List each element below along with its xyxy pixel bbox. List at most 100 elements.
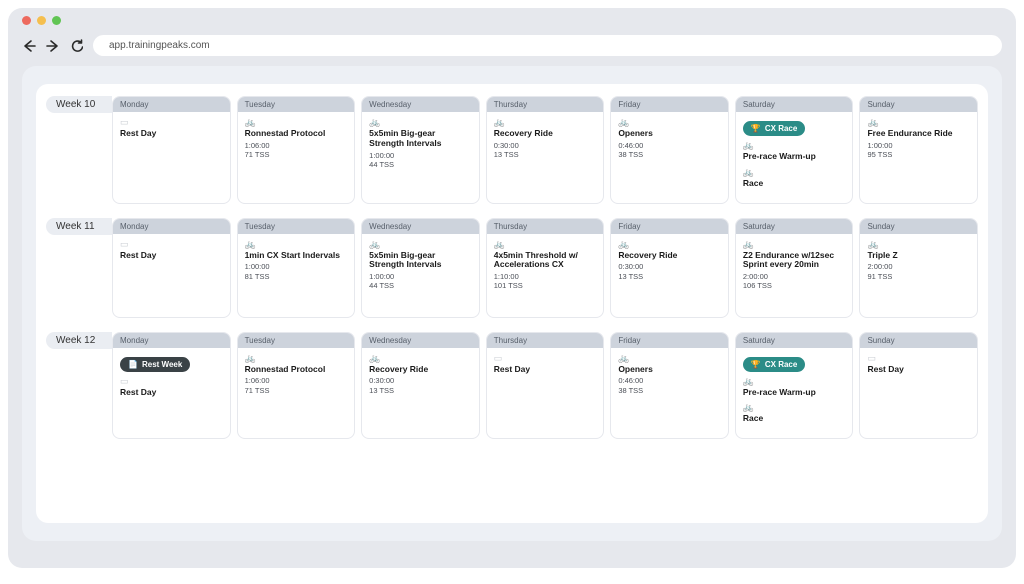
day-header: Saturday [736, 333, 853, 348]
workout-duration: 2:00:00 [867, 262, 970, 271]
url-input[interactable]: app.trainingpeaks.com [93, 35, 1002, 56]
workout-item[interactable]: 🚲Race [743, 168, 846, 189]
bike-icon: 🚲 [245, 118, 348, 127]
calendar: Week 10Monday▭Rest DayTuesday🚲Ronnestad … [36, 84, 988, 523]
day-card[interactable]: Thursday▭Rest Day [486, 332, 605, 440]
workout-tss: 81 TSS [245, 272, 348, 281]
maximize-icon[interactable] [52, 16, 61, 25]
trophy-icon: 🏆 [751, 124, 761, 133]
workout-item[interactable]: ▭Rest Day [867, 354, 970, 375]
workout-title: Rest Day [494, 365, 597, 375]
minimize-icon[interactable] [37, 16, 46, 25]
day-card[interactable]: Tuesday🚲Ronnestad Protocol1:06:0071 TSS [237, 332, 356, 440]
day-header: Sunday [860, 97, 977, 112]
content-viewport: Week 10Monday▭Rest DayTuesday🚲Ronnestad … [22, 66, 1002, 541]
day-card[interactable]: Monday 📄Rest Week ▭Rest Day [112, 332, 231, 440]
day-header: Tuesday [238, 219, 355, 234]
bike-icon: 🚲 [743, 403, 846, 412]
workout-item[interactable]: 🚲Z2 Endurance w/12sec Sprint every 20min… [743, 240, 846, 291]
days: Monday▭Rest Day Tuesday 🚲1min CX Start Ind… [112, 218, 978, 318]
rest-icon: ▭ [494, 354, 597, 363]
workout-duration: 0:30:00 [618, 262, 721, 271]
day-card[interactable]: Friday 🚲Recovery Ride0:30:0013 TSS [610, 218, 729, 318]
workout-item[interactable]: 🚲Recovery Ride0:30:0013 TSS [369, 354, 472, 396]
workout-item[interactable]: 🚲1min CX Start Indervals1:00:0081 TSS [245, 240, 348, 282]
day-card[interactable]: Monday▭Rest Day [112, 96, 231, 204]
day-card[interactable]: Wednesday🚲5x5min Big-gear Strength Inter… [361, 218, 480, 318]
day-card[interactable]: Wednesday🚲5x5min Big-gear Strength Inter… [361, 96, 480, 204]
day-card[interactable]: Sunday▭Rest Day [859, 332, 978, 440]
workout-item[interactable]: ▭Rest Day [120, 240, 223, 261]
workout-item[interactable]: 🚲Pre-race Warm-up [743, 377, 846, 398]
race-badge[interactable]: 🏆 CX Race [743, 121, 805, 136]
day-card[interactable]: Thursday 🚲4x5min Threshold w/ Acceleratio… [486, 218, 605, 318]
day-header: Friday [611, 219, 728, 234]
workout-item[interactable]: ▭Rest Day [120, 377, 223, 398]
workout-item[interactable]: 🚲Triple Z2:00:0091 TSS [867, 240, 970, 282]
workout-item[interactable]: 🚲Pre-race Warm-up [743, 141, 846, 162]
badge-text: CX Race [765, 124, 797, 133]
day-header: Friday [611, 333, 728, 348]
day-card[interactable]: Sunday🚲Triple Z2:00:0091 TSS [859, 218, 978, 318]
rest-icon: ▭ [120, 377, 223, 386]
workout-item[interactable]: 🚲Free Endurance Ride1:00:0095 TSS [867, 118, 970, 160]
workout-item[interactable]: 🚲5x5min Big-gear Strength Intervals1:00:… [369, 240, 472, 291]
workout-item[interactable]: ▭ Rest Day [120, 118, 223, 139]
refresh-icon[interactable] [70, 39, 83, 52]
day-card[interactable]: Saturday 🏆CX Race 🚲Pre-race Warm-up 🚲Race [735, 332, 854, 440]
bike-icon: 🚲 [618, 118, 721, 127]
workout-title: Rest Day [120, 251, 223, 261]
close-icon[interactable] [22, 16, 31, 25]
badge-text: CX Race [765, 360, 797, 369]
workout-tss: 95 TSS [867, 150, 970, 159]
workout-item[interactable]: ▭ Rest Day [494, 354, 597, 375]
workout-item[interactable]: 🚲Ronnestad Protocol1:06:0071 TSS [245, 118, 348, 160]
day-card[interactable]: Friday🚲Openers0:46:0038 TSS [610, 96, 729, 204]
browser-frame: app.trainingpeaks.com Week 10Monday▭Rest… [8, 8, 1016, 568]
workout-tss: 91 TSS [867, 272, 970, 281]
day-card[interactable]: Monday▭Rest Day [112, 218, 231, 318]
workout-item[interactable]: 🚲Recovery Ride0:30:0013 TSS [494, 118, 597, 160]
day-header: Saturday [736, 97, 853, 112]
workout-duration: 1:00:00 [369, 272, 472, 281]
workout-item[interactable]: 🚲Recovery Ride0:30:0013 TSS [618, 240, 721, 282]
workout-item[interactable]: 🚲Openers0:46:0038 TSS [618, 118, 721, 160]
day-body: 🚲1min CX Start Indervals1:00:0081 TSS [238, 234, 355, 296]
note-badge[interactable]: 📄Rest Week [120, 357, 190, 372]
race-badge[interactable]: 🏆CX Race [743, 357, 805, 372]
bike-icon: 🚲 [743, 377, 846, 386]
day-card[interactable]: Tuesday🚲Ronnestad Protocol1:06:0071 TSS [237, 96, 356, 204]
forward-icon[interactable] [46, 39, 60, 53]
day-card[interactable]: Wednesday🚲Recovery Ride0:30:0013 TSS [361, 332, 480, 440]
day-body: 🚲Recovery Ride0:30:0013 TSS [611, 234, 728, 296]
workout-item[interactable]: 🚲Race [743, 403, 846, 424]
workout-title: Ronnestad Protocol [245, 365, 348, 375]
day-header: Monday [113, 333, 230, 348]
week-row: Week 12Monday📄Rest Week▭Rest DayTuesday🚲… [46, 332, 978, 440]
day-card[interactable]: Thursday🚲Recovery Ride0:30:0013 TSS [486, 96, 605, 204]
bike-icon: 🚲 [618, 240, 721, 249]
day-body: ▭Rest Day [113, 234, 230, 275]
workout-item[interactable]: 🚲Ronnestad Protocol1:06:0071 TSS [245, 354, 348, 396]
day-body: 🚲Ronnestad Protocol1:06:0071 TSS [238, 348, 355, 410]
workout-item[interactable]: 🚲5x5min Big-gear Strength Intervals1:00:… [369, 118, 472, 169]
day-body: 🚲Recovery Ride0:30:0013 TSS [362, 348, 479, 410]
nav-icons [22, 39, 83, 53]
workout-title: Rest Day [120, 129, 223, 139]
workout-duration: 0:46:00 [618, 376, 721, 385]
workout-duration: 0:30:00 [369, 376, 472, 385]
day-body: 🚲Ronnestad Protocol1:06:0071 TSS [238, 112, 355, 174]
day-body: ▭ Rest Day [113, 112, 230, 153]
rest-icon: ▭ [120, 118, 223, 127]
back-icon[interactable] [22, 39, 36, 53]
day-card[interactable]: Friday 🚲Openers0:46:0038 TSS [610, 332, 729, 440]
day-header: Thursday [487, 219, 604, 234]
workout-item[interactable]: 🚲Openers0:46:0038 TSS [618, 354, 721, 396]
day-card[interactable]: Saturday 🏆 CX Race 🚲Pre-race Warm-up 🚲Race [735, 96, 854, 204]
workout-duration: 1:00:00 [369, 151, 472, 160]
day-card[interactable]: Saturday🚲Z2 Endurance w/12sec Sprint eve… [735, 218, 854, 318]
day-card[interactable]: Tuesday 🚲1min CX Start Indervals1:00:0081… [237, 218, 356, 318]
workout-tss: 101 TSS [494, 281, 597, 290]
day-card[interactable]: Sunday 🚲Free Endurance Ride1:00:0095 TSS [859, 96, 978, 204]
workout-item[interactable]: 🚲4x5min Threshold w/ Accelerations CX1:1… [494, 240, 597, 291]
